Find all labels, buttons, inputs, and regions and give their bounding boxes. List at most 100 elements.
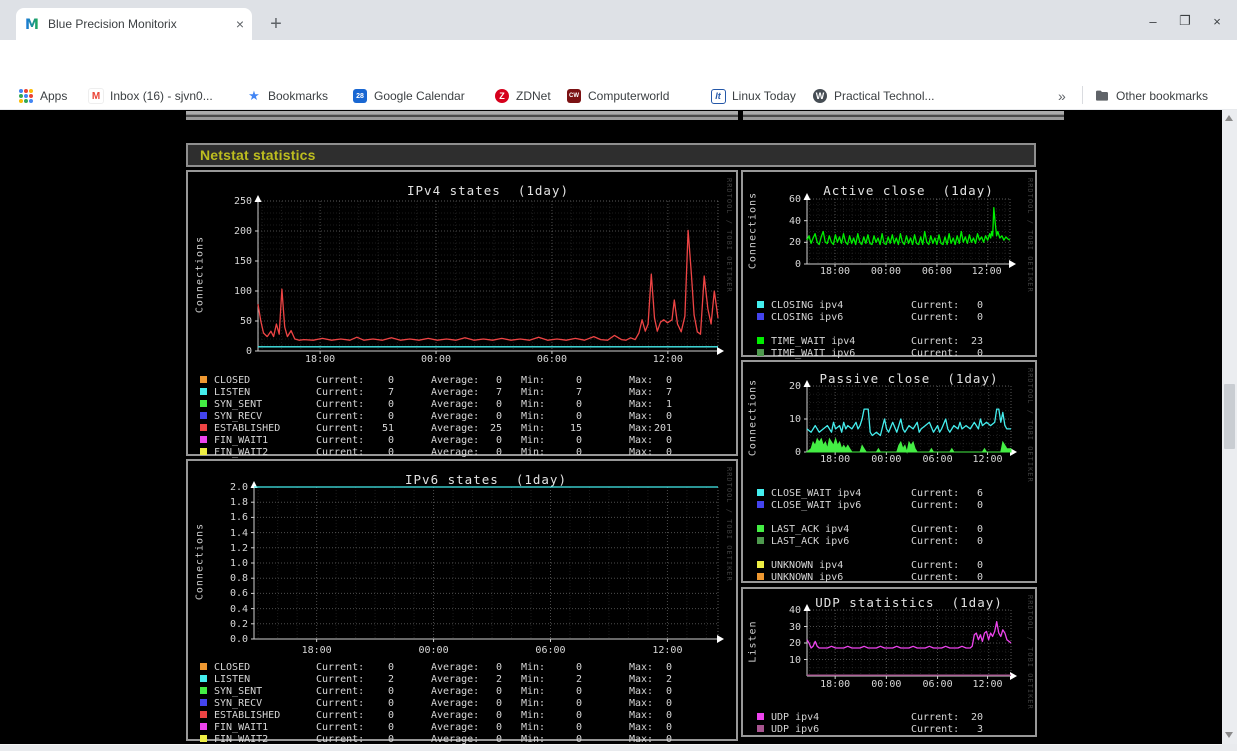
legend-value: 0 xyxy=(495,686,502,697)
legend-value: 0 xyxy=(976,348,983,359)
legend-swatch xyxy=(757,525,764,532)
legend-value: 23 xyxy=(970,336,983,347)
legend-swatch xyxy=(200,723,207,730)
bookmark-zdnet[interactable]: Z ZDNet xyxy=(494,86,551,106)
gmail-icon: M xyxy=(88,88,104,104)
bookmark-label: Google Calendar xyxy=(374,89,465,103)
tab-strip: M Blue Precision Monitorix × + – ❐ × xyxy=(0,0,1237,40)
legend-value: 0 xyxy=(575,734,582,744)
other-bookmarks-folder[interactable]: Other bookmarks xyxy=(1094,86,1208,106)
y-tick-label: 10 xyxy=(788,654,801,666)
legend-value: 0 xyxy=(976,500,983,511)
legend-label: CLOSING ipv4 xyxy=(771,300,844,311)
active-close-graph[interactable]: Active close (1day) Connections 0 20 40 60 18:… xyxy=(741,170,1037,359)
y-tick-label: 1.0 xyxy=(229,558,248,569)
legend-swatch xyxy=(200,400,207,407)
section-title: Netstat statistics xyxy=(200,147,316,163)
udp-statistics-y-axis-label: Listen xyxy=(747,620,759,663)
legend-value: 0 xyxy=(387,399,394,410)
legend-value: 0 xyxy=(665,662,672,673)
legend-value: 0 xyxy=(495,435,502,446)
y-tick-label: 2.0 xyxy=(229,482,248,493)
bookmark-bookmarks[interactable]: ★ Bookmarks xyxy=(246,86,328,106)
legend-label: SYN_RECV xyxy=(214,411,263,422)
ipv4-states-graph[interactable]: IPv4 states (1day) Connections 0 50 100 150 20… xyxy=(186,170,738,458)
ipv4-states-plot xyxy=(254,195,724,355)
legend-swatch xyxy=(200,711,207,718)
bookmark-label: Apps xyxy=(40,89,68,103)
browser-tab[interactable]: M Blue Precision Monitorix × xyxy=(16,8,252,40)
y-tick-label: 20 xyxy=(788,638,801,649)
bookmark-google-calendar[interactable]: 28 Google Calendar xyxy=(352,86,465,106)
legend-value: 201 xyxy=(653,423,672,434)
legend-value: 0 xyxy=(495,698,502,709)
y-tick-label: 1.8 xyxy=(229,497,248,509)
legend-value: 0 xyxy=(575,435,582,446)
bookmarks-overflow-chevron[interactable]: » xyxy=(1058,86,1066,106)
vertical-scrollbar-thumb[interactable] xyxy=(1224,384,1235,449)
legend-value: 0 xyxy=(387,375,394,386)
netstat-section-header: Netstat statistics xyxy=(186,143,1036,167)
legend-value: 0 xyxy=(387,435,394,446)
y-tick-label: 20 xyxy=(788,381,801,392)
legend-value: 0 xyxy=(495,710,502,721)
scroll-up-arrow-icon[interactable] xyxy=(1225,115,1233,121)
window-maximize-button[interactable]: ❐ xyxy=(1174,10,1196,32)
horizontal-scrollbar[interactable] xyxy=(0,744,1222,751)
bookmarks-separator xyxy=(1082,86,1083,104)
legend-value: 0 xyxy=(495,662,502,673)
legend-value: 0 xyxy=(665,698,672,709)
udp-statistics-graph[interactable]: UDP statistics (1day) Listen 10 20 30 40 18:00… xyxy=(741,587,1037,737)
svg-text:M: M xyxy=(25,17,39,32)
y-tick-label: 200 xyxy=(233,226,252,237)
legend-value: 1 xyxy=(665,399,672,410)
window-close-button[interactable]: × xyxy=(1206,10,1228,32)
legend-swatch xyxy=(757,489,764,496)
bookmark-inbox[interactable]: M Inbox (16) - sjvn0... xyxy=(88,86,213,106)
y-tick-label: 0.0 xyxy=(229,634,248,645)
legend-value: 2 xyxy=(665,674,672,685)
legend-value: 0 xyxy=(387,698,394,709)
legend-swatch xyxy=(200,412,207,419)
rrdtool-watermark: RRDTOOL / TOBI OETIKER xyxy=(1026,595,1034,710)
bookmark-practical-technology[interactable]: W Practical Technol... xyxy=(812,86,935,106)
y-tick-label: 40 xyxy=(788,605,801,616)
active-close-title: Active close (1day) xyxy=(823,183,994,198)
legend-value: 0 xyxy=(495,734,502,744)
vertical-scrollbar[interactable] xyxy=(1222,110,1237,744)
rrdtool-watermark: RRDTOOL / TOBI OETIKER xyxy=(1026,368,1034,483)
new-tab-button[interactable]: + xyxy=(262,10,290,38)
legend-value: 0 xyxy=(387,447,394,458)
scroll-down-arrow-icon[interactable] xyxy=(1225,732,1233,738)
y-tick-label: 0.2 xyxy=(229,618,248,630)
apps-shortcut[interactable]: Apps xyxy=(18,86,67,106)
legend-value: 7 xyxy=(495,387,502,398)
legend-value: 0 xyxy=(575,375,582,386)
legend-swatch xyxy=(200,448,207,455)
bookmark-computerworld[interactable]: CW Computerworld xyxy=(566,86,669,106)
y-tick-label: 50 xyxy=(239,316,252,327)
legend-value: 0 xyxy=(387,734,394,744)
legend-value: 0 xyxy=(387,722,394,733)
legend-label: ESTABLISHED xyxy=(214,710,281,721)
legend-label: CLOSE_WAIT ipv6 xyxy=(771,500,862,511)
bookmark-linux-today[interactable]: lt Linux Today xyxy=(710,86,796,106)
tab-close-icon[interactable]: × xyxy=(236,16,244,32)
bookmark-label: ZDNet xyxy=(516,89,551,103)
y-tick-label: 0 xyxy=(794,259,801,270)
legend-value: 0 xyxy=(575,411,582,422)
legend-label: FIN_WAIT2 xyxy=(214,447,269,458)
legend-value: 0 xyxy=(665,435,672,446)
y-tick-label: 0.6 xyxy=(229,588,248,600)
legend-value: 0 xyxy=(495,411,502,422)
wordpress-icon: W xyxy=(812,88,828,104)
passive-close-graph[interactable]: Passive close (1day) Connections 0 10 20 18:0… xyxy=(741,360,1037,583)
ipv6-states-graph[interactable]: IPv6 states (1day) Connections 0.0 0.2 0.4 0.… xyxy=(186,459,738,744)
legend-swatch xyxy=(200,663,207,670)
legend-value: 7 xyxy=(387,387,394,398)
legend-label: CLOSE_WAIT ipv4 xyxy=(771,488,862,499)
window-minimize-button[interactable]: – xyxy=(1142,10,1164,32)
y-tick-label: 0 xyxy=(245,346,252,357)
y-tick-label: 0.4 xyxy=(229,603,248,615)
legend-value: 6 xyxy=(976,488,983,499)
